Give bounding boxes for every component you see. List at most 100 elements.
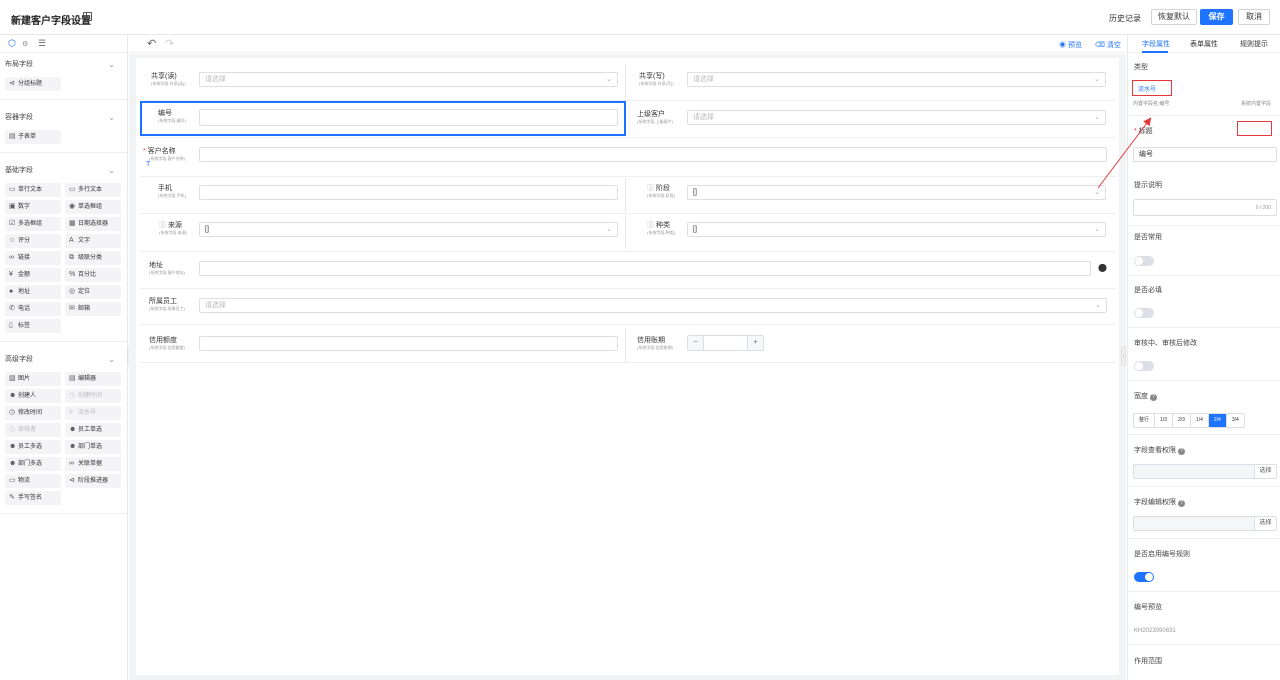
field-parent-customer[interactable]: 上级客户 (系统字段-上级客户) 请选择 ⌄	[628, 106, 1112, 132]
chevron-down-icon[interactable]: ⌄	[108, 159, 115, 183]
component-item[interactable]: ▤ 子表单	[5, 130, 61, 144]
field-stage[interactable]: ▥ 阶段 (系统字段-阶段) [] ⌄	[628, 181, 1112, 207]
clear-button[interactable]: ⌫ 清空	[1095, 40, 1121, 50]
width-option[interactable]: 1/4	[1191, 414, 1209, 427]
category-select[interactable]: [] ⌄	[687, 222, 1106, 237]
field-category[interactable]: ▥ 种类 (系统字段-种类) [] ⌄	[628, 218, 1112, 244]
number-input[interactable]	[199, 109, 618, 126]
view-permission-field[interactable]: 选择	[1133, 464, 1277, 479]
field-address[interactable]: 地址 (系统字段-客户地址) ⬤	[140, 258, 1112, 284]
field-share-write[interactable]: 共享(写) (系统字段-共享(写)) 请选择 ⌄	[628, 68, 1112, 94]
component-item[interactable]: ◷ 修改时间	[5, 406, 61, 420]
component-item[interactable]: ◉ 单选框组	[65, 200, 121, 214]
field-credit-limit[interactable]: 信用额度 (系统字段-信用额度)	[140, 332, 624, 358]
component-item[interactable]: ⊲ 分组标题	[5, 77, 61, 91]
component-item[interactable]: A 文字	[65, 234, 121, 248]
cube-icon[interactable]: ⬡	[8, 38, 16, 49]
common-toggle[interactable]	[1134, 256, 1154, 266]
component-item[interactable]: ∞ 链接	[5, 251, 61, 265]
component-item[interactable]: ∞ 关联单据	[65, 457, 121, 471]
address-input[interactable]	[199, 261, 1091, 276]
hint-textarea[interactable]: 0 / 200	[1133, 199, 1277, 216]
component-item[interactable]: ☻ 部门单选	[65, 440, 121, 454]
cancel-button[interactable]: 取消	[1238, 9, 1270, 25]
gear-icon[interactable]: ⚙	[22, 40, 28, 48]
field-share-read[interactable]: 共享(读) (系统字段-共享(读)) 请选择 ⌄	[140, 68, 624, 94]
component-item[interactable]: ⧉ 级联分类	[65, 251, 121, 265]
field-credit-period[interactable]: 信用账期 (系统字段-信用账期) − +	[628, 332, 1112, 358]
component-item[interactable]: ▭ 物流	[5, 474, 61, 488]
component-item[interactable]: ▤ 编辑器	[65, 372, 121, 386]
tab-field-properties[interactable]: 字段属性	[1142, 39, 1170, 49]
width-option[interactable]: 1/3	[1155, 414, 1173, 427]
section-header[interactable]: 高级字段 ⌄	[0, 348, 127, 372]
share-read-select[interactable]: 请选择 ⌄	[199, 72, 618, 87]
save-button[interactable]: 保存	[1200, 9, 1233, 25]
restore-default-button[interactable]: 恢复默认	[1151, 9, 1197, 25]
component-item[interactable]: ◎ 定位	[65, 285, 121, 299]
component-item[interactable]: ☻ 员工单选	[65, 423, 121, 437]
component-item[interactable]: ☆ 评分	[5, 234, 61, 248]
chevron-down-icon[interactable]: ⌄	[108, 348, 115, 372]
width-selector[interactable]: 整行 1/3 2/3 1/4 2/4 3/4	[1133, 413, 1245, 428]
component-item[interactable]: ● 地址	[5, 285, 61, 299]
component-item[interactable]: ✆ 电话	[5, 302, 61, 316]
width-option[interactable]: 整行	[1134, 414, 1156, 427]
redo-icon[interactable]: ↷	[165, 37, 174, 50]
component-item[interactable]: ▨ 图片	[5, 372, 61, 386]
phone-input[interactable]	[199, 185, 618, 200]
chevron-down-icon[interactable]: ⌄	[108, 106, 115, 130]
component-item[interactable]: ▭ 单行文本	[5, 183, 61, 197]
section-header[interactable]: 布局字段 ⌄	[0, 53, 127, 77]
field-staff[interactable]: 所属员工 (系统字段-所属员工) 请选择 ⌄	[140, 294, 1112, 320]
section-header[interactable]: 容器字段 ⌄	[0, 106, 127, 130]
component-item[interactable]: ▦ 日期选择器	[65, 217, 121, 231]
component-item[interactable]: ▣ 数字	[5, 200, 61, 214]
credit-limit-input[interactable]	[199, 336, 618, 351]
source-select[interactable]: [] ⌄	[199, 222, 618, 237]
history-link[interactable]: 历史记录	[1109, 13, 1141, 24]
customer-name-input[interactable]	[199, 147, 1107, 162]
share-write-select[interactable]: 请选择 ⌄	[687, 72, 1106, 87]
field-customer-name[interactable]: * 客户名称 (系统字段-客户名称) T	[140, 143, 1112, 173]
component-item[interactable]: ✎ 手写签名	[5, 491, 61, 505]
decrement-button[interactable]: −	[688, 336, 704, 350]
tab-form-properties[interactable]: 表单属性	[1190, 39, 1218, 49]
edit-permission-field[interactable]: 选择	[1133, 516, 1277, 531]
section-header[interactable]: 基础字段 ⌄	[0, 159, 127, 183]
component-item[interactable]: ¥ 金额	[5, 268, 61, 282]
field-number[interactable]: 编号 (系统字段-编号)	[142, 103, 622, 133]
collapse-right-handle[interactable]: ›	[1121, 346, 1126, 366]
edit-permission-select-button[interactable]: 选择	[1254, 517, 1276, 530]
location-pin-icon[interactable]: ⬤	[1098, 263, 1107, 272]
component-item[interactable]: ▭ 多行文本	[65, 183, 121, 197]
layout-icon[interactable]	[83, 12, 92, 21]
component-item[interactable]: ✉ 邮箱	[65, 302, 121, 316]
width-option[interactable]: 3/4	[1227, 414, 1244, 427]
undo-icon[interactable]: ↶	[147, 37, 156, 50]
enable-rule-toggle[interactable]	[1134, 572, 1154, 582]
width-option-selected[interactable]: 2/4	[1208, 414, 1227, 427]
title-input[interactable]: 编号	[1133, 147, 1277, 162]
view-permission-select-button[interactable]: 选择	[1254, 465, 1276, 478]
component-item[interactable]: ⊲ 阶段推进器	[65, 474, 121, 488]
field-phone[interactable]: 手机 (系统字段-手机)	[140, 181, 624, 207]
credit-period-stepper[interactable]: − +	[687, 335, 764, 351]
tree-icon[interactable]: ☰	[38, 38, 46, 49]
tab-rule-hints[interactable]: 规则提示	[1240, 39, 1268, 49]
increment-button[interactable]: +	[747, 336, 763, 350]
component-item[interactable]: ☑ 多选框组	[5, 217, 61, 231]
component-item[interactable]: ▯ 标签	[5, 319, 61, 333]
component-item[interactable]: % 百分比	[65, 268, 121, 282]
component-item[interactable]: ☻ 创建人	[5, 389, 61, 403]
audit-toggle[interactable]	[1134, 361, 1154, 371]
preview-button[interactable]: ◉ 预览	[1059, 40, 1082, 50]
component-item[interactable]: ☻ 部门多选	[5, 457, 61, 471]
parent-customer-select[interactable]: 请选择 ⌄	[687, 110, 1106, 125]
required-toggle[interactable]	[1134, 308, 1154, 318]
field-source[interactable]: ▥ 来源 (系统字段-来源) [] ⌄	[140, 218, 624, 244]
width-option[interactable]: 2/3	[1173, 414, 1191, 427]
stage-select[interactable]: [] ⌄	[687, 185, 1106, 200]
staff-select[interactable]: 请选择 ⌄	[199, 298, 1107, 313]
component-item[interactable]: ☻ 员工多选	[5, 440, 61, 454]
